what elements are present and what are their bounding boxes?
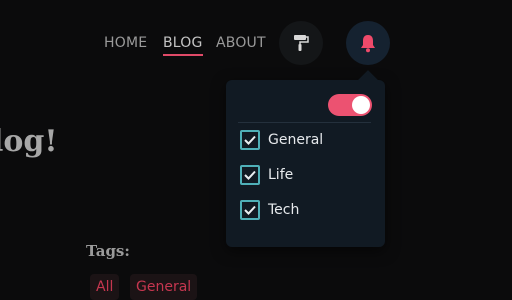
category-label: Tech (268, 202, 300, 218)
category-life[interactable]: Life (240, 165, 293, 185)
category-label: General (268, 132, 324, 148)
checkbox-general[interactable] (240, 130, 260, 150)
paint-roller-icon (294, 35, 309, 51)
checkbox-tech[interactable] (240, 200, 260, 220)
divider (238, 122, 371, 123)
category-filter-dropdown: General Life Tech (226, 80, 385, 247)
top-navigation: HOME BLOG ABOUT (0, 0, 512, 88)
bell-icon (361, 35, 375, 53)
nav-about[interactable]: ABOUT (216, 35, 266, 51)
tag-general[interactable]: General (130, 274, 198, 300)
tags-label: Tags: (86, 242, 130, 260)
checkbox-life[interactable] (240, 165, 260, 185)
nav-home[interactable]: HOME (104, 35, 147, 51)
checkmark-icon (244, 135, 256, 145)
select-all-toggle[interactable] (328, 94, 372, 116)
notifications-button[interactable] (346, 21, 390, 65)
category-label: Life (268, 167, 294, 183)
theme-brush-button[interactable] (279, 21, 323, 65)
page-heading-partial: log! (0, 124, 58, 159)
checkmark-icon (244, 170, 256, 180)
category-tech[interactable]: Tech (240, 200, 299, 220)
tag-all[interactable]: All (90, 274, 120, 300)
checkmark-icon (244, 205, 256, 215)
category-general[interactable]: General (240, 130, 323, 150)
toggle-knob (352, 96, 370, 114)
nav-blog[interactable]: BLOG (163, 35, 203, 56)
